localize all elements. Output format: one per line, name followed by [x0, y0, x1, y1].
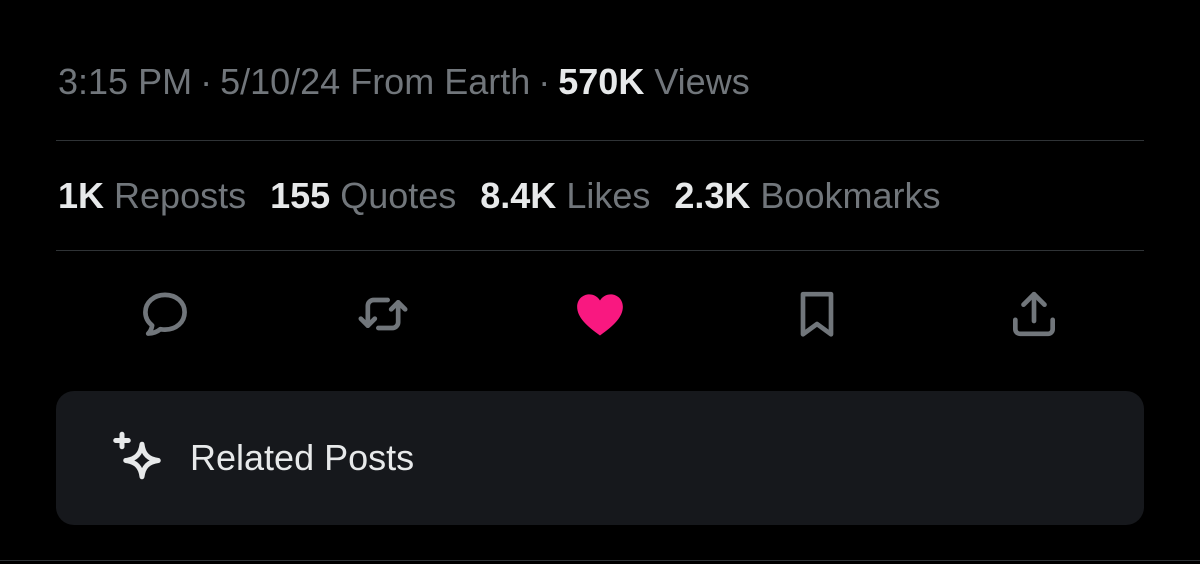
action-bar	[56, 276, 1144, 352]
repost-button[interactable]	[345, 276, 421, 352]
like-button[interactable]	[562, 276, 638, 352]
meta-separator: ·	[200, 61, 213, 102]
divider	[56, 140, 1144, 141]
bottom-divider	[0, 560, 1200, 561]
likes-stat[interactable]: 8.4K Likes	[480, 175, 650, 217]
share-icon	[1013, 291, 1055, 337]
share-button[interactable]	[996, 276, 1072, 352]
repost-icon	[358, 297, 408, 331]
likes-label: Likes	[566, 175, 651, 216]
quotes-label: Quotes	[340, 175, 457, 216]
bookmarks-stat[interactable]: 2.3K Bookmarks	[674, 175, 940, 217]
post-metadata: 3:15 PM · 5/10/24 From Earth · 570K View…	[58, 58, 750, 106]
reply-icon	[143, 292, 187, 336]
heart-icon	[577, 294, 623, 336]
bookmark-icon	[800, 291, 834, 337]
views-label: Views	[654, 61, 750, 102]
bookmark-button[interactable]	[779, 276, 855, 352]
post-date: 5/10/24	[220, 61, 341, 102]
post-time: 3:15 PM	[58, 61, 193, 102]
post-source: From Earth	[350, 61, 531, 102]
related-posts-label: Related Posts	[190, 437, 415, 478]
quotes-count: 155	[270, 175, 331, 216]
reposts-count: 1K	[58, 175, 105, 216]
divider	[56, 250, 1144, 251]
reply-button[interactable]	[127, 276, 203, 352]
bookmarks-count: 2.3K	[674, 175, 751, 216]
quotes-stat[interactable]: 155 Quotes	[270, 175, 456, 217]
reposts-stat[interactable]: 1K Reposts	[58, 175, 246, 217]
views-count: 570K	[558, 61, 645, 102]
meta-separator: ·	[538, 61, 551, 102]
bookmarks-label: Bookmarks	[760, 175, 941, 216]
reposts-label: Reposts	[114, 175, 247, 216]
likes-count: 8.4K	[480, 175, 557, 216]
related-posts-button[interactable]: Related Posts	[56, 391, 1144, 525]
sparkle-icon	[106, 427, 168, 489]
engagement-stats: 1K Reposts 155 Quotes 8.4K Likes 2.3K Bo…	[58, 172, 964, 220]
